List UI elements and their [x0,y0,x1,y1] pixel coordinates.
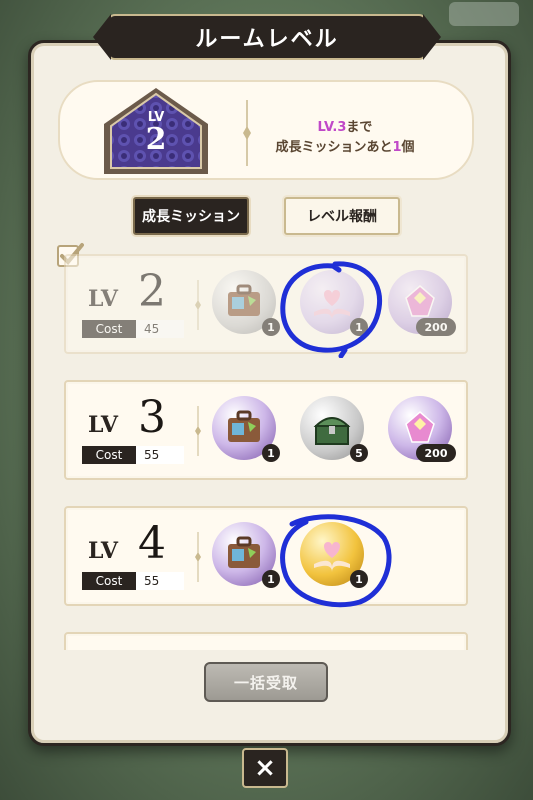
row-divider [195,280,201,330]
cost-label: Cost [82,446,136,464]
claim-all-button[interactable]: 一括受取 [204,662,328,702]
next-level-suffix: まで [346,120,373,135]
reward-count: 1 [262,318,280,336]
house-level-number: 2 [145,122,167,157]
panel-title: ルームレベル [107,14,427,60]
reward-suitcase[interactable]: 1 [212,396,280,462]
reward-count: 1 [350,318,368,336]
cost-value: 45 [136,320,184,338]
cost-box: Cost 55 [82,572,184,590]
level-row-4: LV 4 Cost 55 1 1 [64,506,468,606]
row-lv-label: LV [88,538,118,564]
cost-label: Cost [82,320,136,338]
reward-list[interactable]: LV 2 Cost 45 1 1 200 LV 3 Cost 55 1 5 20… [60,248,474,650]
missions-remaining-count: 1 [392,140,402,155]
close-button[interactable]: × [242,748,288,788]
row-divider [195,406,201,456]
level-row-2: LV 2 Cost 45 1 1 200 [64,254,468,354]
reward-count: 1 [262,444,280,462]
reward-count: 200 [416,444,456,462]
row-level-number: 2 [138,266,166,317]
missions-remaining-suffix: 個 [401,140,415,155]
row-lv-label: LV [88,286,118,312]
missions-remaining-prefix: 成長ミッションあと [275,140,393,155]
tab-growth-missions[interactable]: 成長ミッション [133,197,249,235]
cost-box: Cost 45 [82,320,184,338]
reward-suitcase[interactable]: 1 [212,270,280,336]
tab-level-rewards[interactable]: レベル報酬 [284,197,400,235]
level-row-3: LV 3 Cost 55 1 5 200 [64,380,468,480]
reward-count: 1 [262,570,280,588]
cost-value: 55 [136,572,184,590]
reward-count: 5 [350,444,368,462]
cost-label: Cost [82,572,136,590]
reward-suitcase[interactable]: 1 [212,522,280,588]
next-level-highlight: LV.3 [317,120,347,135]
reward-count: 1 [350,570,368,588]
reward-count: 200 [416,318,456,336]
reward-gem[interactable]: 200 [388,270,456,336]
row-divider [195,532,201,582]
row-level-number: 4 [138,518,166,569]
cost-box: Cost 55 [82,446,184,464]
row-lv-label: LV [88,412,118,438]
reward-book[interactable]: 1 [300,270,368,336]
level-row-partial [64,632,468,650]
reward-chest[interactable]: 5 [300,396,368,462]
room-level-house-icon: LV 2 [100,84,212,176]
next-level-info: LV.3まで 成長ミッションあと1個 [250,118,440,158]
row-level-number: 3 [138,392,166,443]
background-hud-element [449,2,519,26]
reward-gem[interactable]: 200 [388,396,456,462]
reward-book[interactable]: 1 [300,522,368,588]
cost-value: 55 [136,446,184,464]
